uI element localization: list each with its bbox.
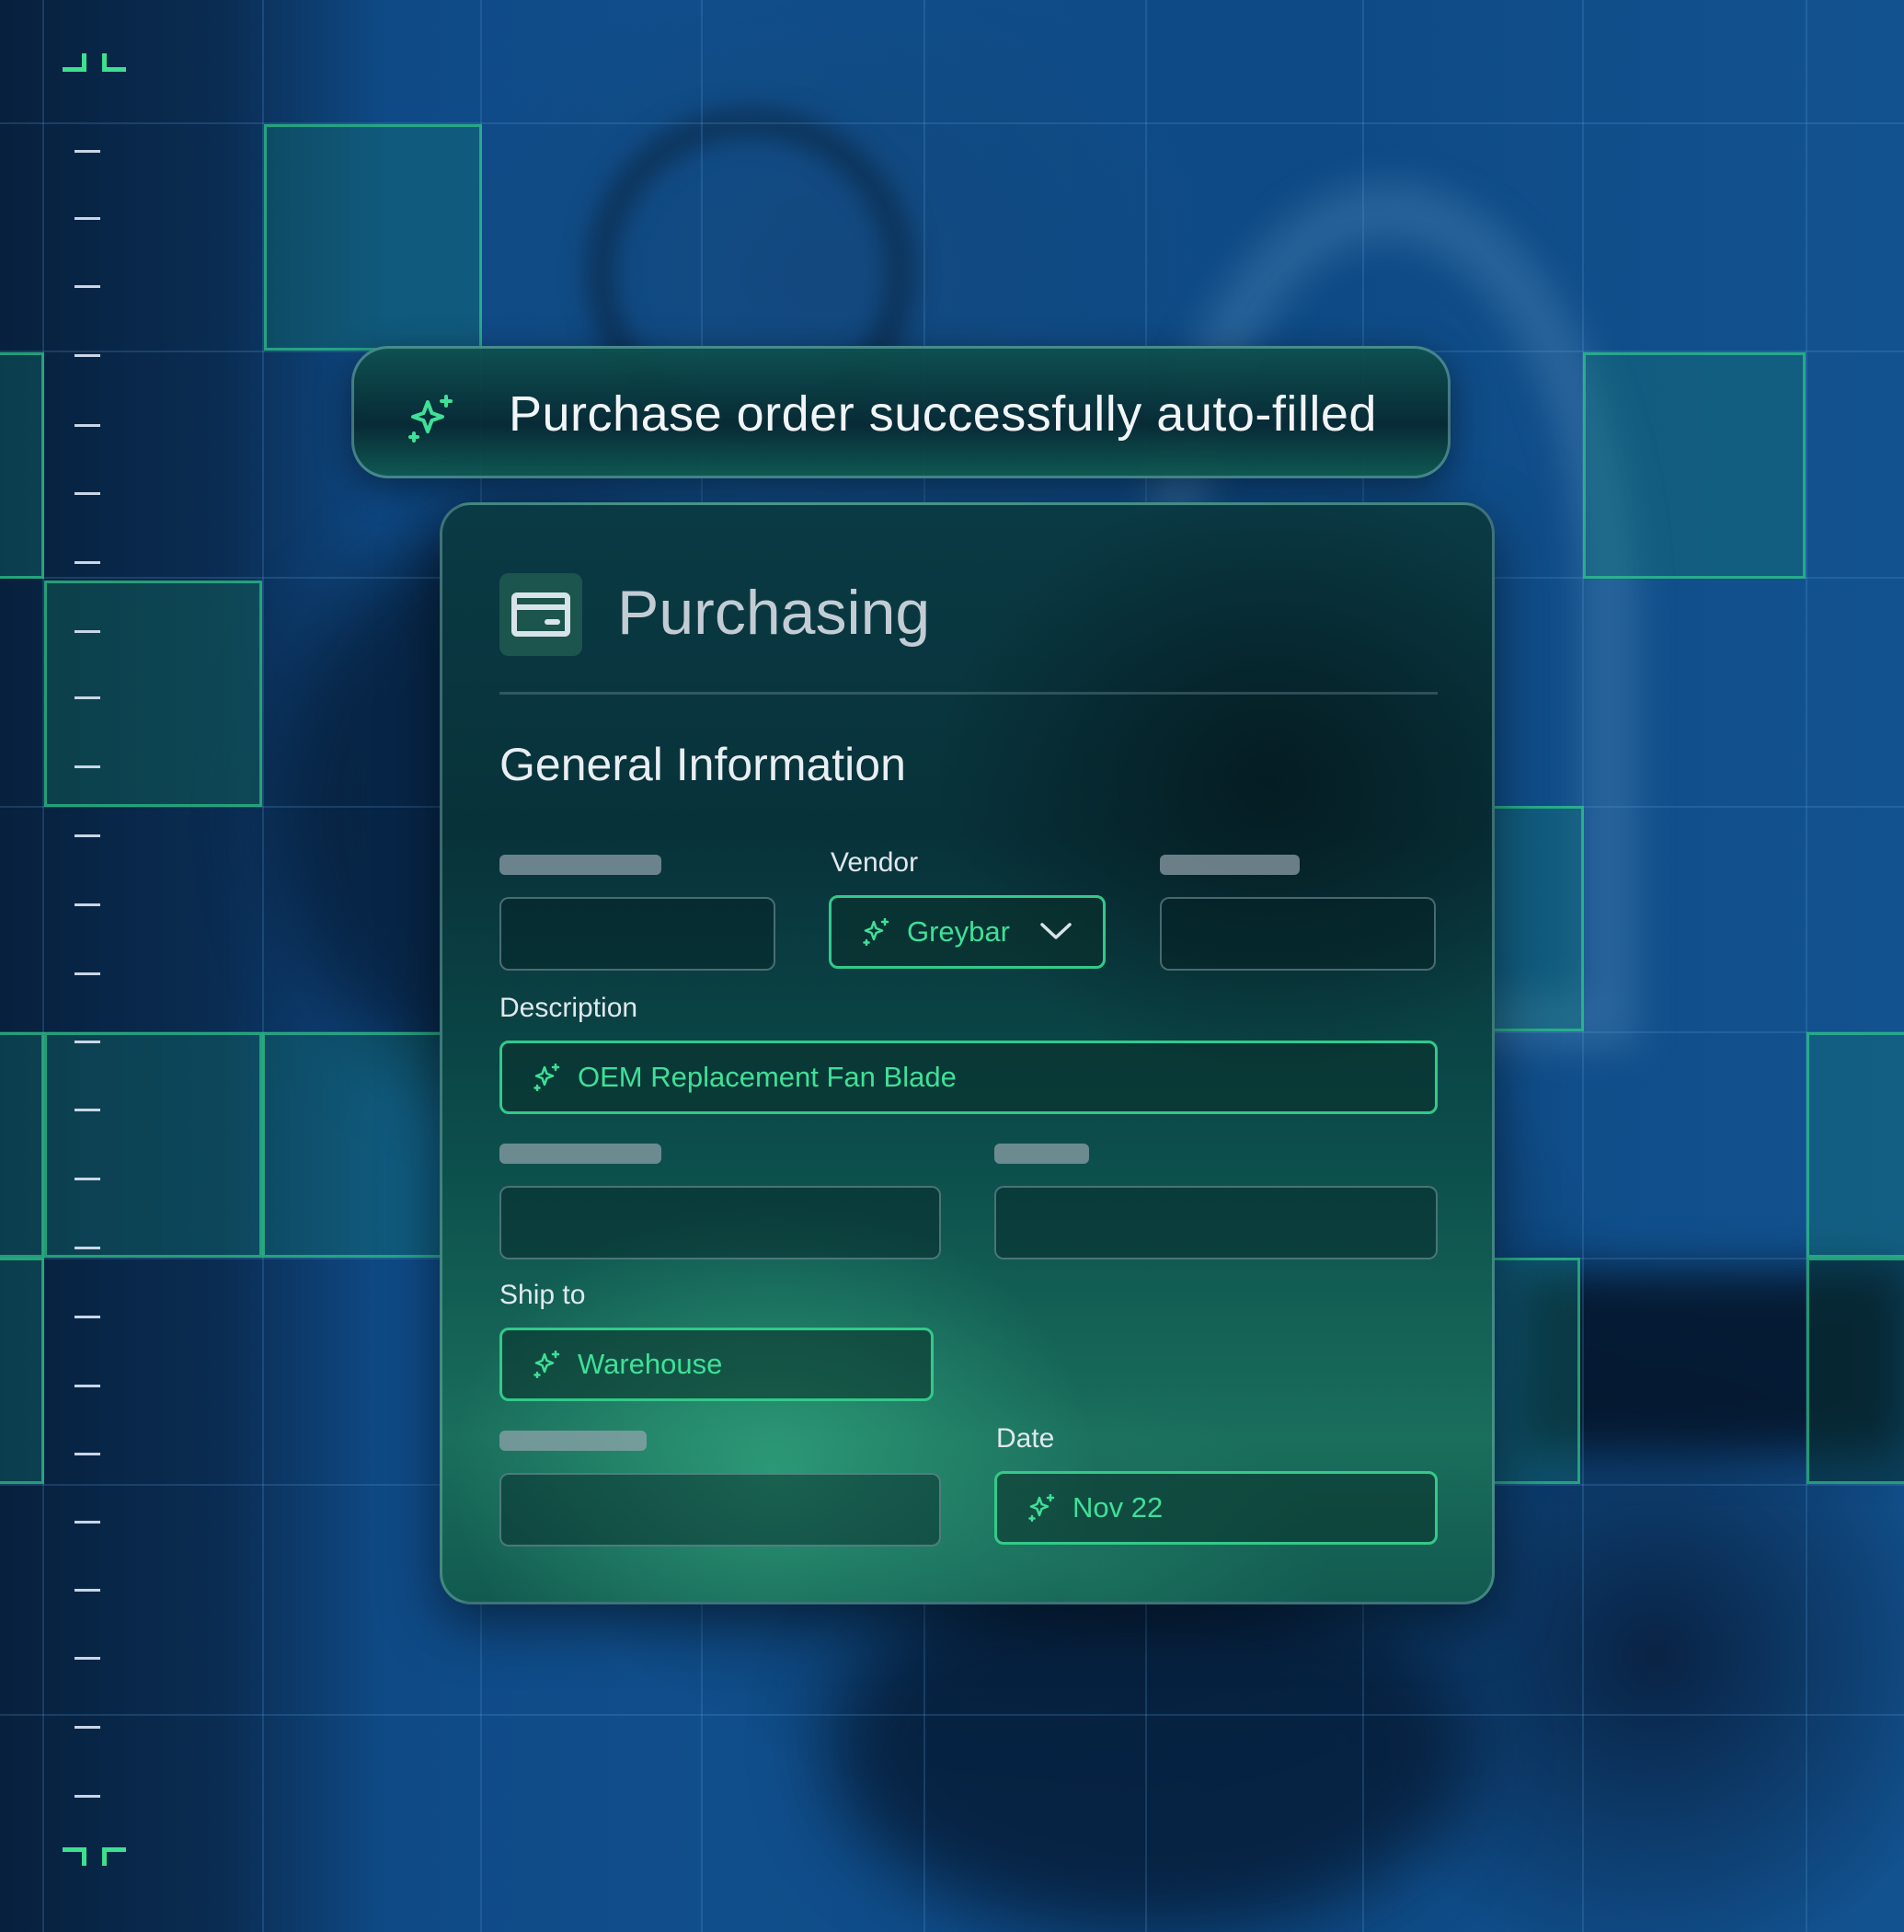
field-label-placeholder <box>994 1144 1089 1164</box>
empty-text-field[interactable] <box>994 1186 1438 1259</box>
ruler-tick <box>75 150 100 153</box>
panel-title: Purchasing <box>617 578 931 648</box>
divider <box>499 692 1438 695</box>
autofill-success-toast: Purchase order successfully auto-filled <box>351 346 1451 478</box>
highlight-tile <box>264 124 482 351</box>
ruler-tick <box>75 765 100 768</box>
ruler-tick <box>75 1316 100 1318</box>
highlight-tile <box>44 581 262 807</box>
corner-bracket-top-left <box>63 53 86 72</box>
ruler-tick <box>75 903 100 906</box>
sparkle-icon <box>533 1351 560 1378</box>
ruler-tick <box>75 1109 100 1111</box>
ruler-tick <box>75 561 100 564</box>
field-label-placeholder <box>499 1144 661 1164</box>
ruler-tick <box>75 217 100 220</box>
corner-bracket-bottom-left <box>63 1847 86 1866</box>
corner-bracket-top-right <box>102 53 126 72</box>
ship-to-label: Ship to <box>499 1280 586 1310</box>
description-label: Description <box>499 993 638 1023</box>
ruler-tick <box>75 1247 100 1249</box>
date-label: Date <box>996 1423 1055 1454</box>
empty-text-field[interactable] <box>499 897 775 971</box>
section-title: General Information <box>499 739 906 790</box>
ruler-tick <box>75 1795 100 1798</box>
vendor-dropdown[interactable]: Greybar <box>829 895 1106 969</box>
ruler-tick <box>75 834 100 837</box>
vendor-value: Greybar <box>907 915 1010 948</box>
ruler-tick <box>75 492 100 495</box>
highlight-tile <box>1583 352 1806 579</box>
description-field[interactable]: OEM Replacement Fan Blade <box>499 1041 1438 1114</box>
ship-to-field[interactable]: Warehouse <box>499 1328 934 1401</box>
date-value: Nov 22 <box>1072 1491 1164 1524</box>
highlight-tile <box>0 1258 44 1484</box>
ruler-tick <box>75 1657 100 1660</box>
empty-text-field[interactable] <box>499 1186 941 1259</box>
ruler-tick <box>75 1726 100 1729</box>
highlight-tile <box>1807 1258 1904 1484</box>
toast-message: Purchase order successfully auto-filled <box>509 386 1377 442</box>
sparkle-icon <box>1028 1494 1055 1522</box>
highlight-tile <box>0 352 44 579</box>
sparkle-icon <box>533 1064 560 1091</box>
field-label-placeholder <box>499 1431 647 1451</box>
ruler-tick <box>75 972 100 975</box>
ruler-tick <box>75 354 100 357</box>
ship-to-value: Warehouse <box>578 1348 723 1380</box>
ruler-tick <box>75 1178 100 1180</box>
sparkle-icon <box>408 395 453 443</box>
grid-line <box>0 1714 1904 1716</box>
corner-bracket-bottom-right <box>102 1847 126 1866</box>
field-label-placeholder <box>499 855 661 875</box>
field-label-placeholder <box>1160 855 1300 875</box>
date-field[interactable]: Nov 22 <box>994 1471 1438 1545</box>
highlight-tile <box>44 1032 262 1258</box>
ruler-tick <box>75 696 100 699</box>
ruler-tick <box>75 1521 100 1524</box>
chevron-down-icon[interactable] <box>1040 920 1072 942</box>
grid-line <box>1806 0 1807 1932</box>
ruler-tick <box>75 1589 100 1592</box>
sparkle-icon <box>863 918 889 946</box>
empty-text-field[interactable] <box>499 1473 941 1547</box>
ruler-tick <box>75 1453 100 1455</box>
highlight-tile <box>0 1032 44 1258</box>
purchasing-panel: Purchasing General Information Vendor Gr… <box>440 502 1495 1604</box>
empty-text-field[interactable] <box>1160 897 1436 971</box>
ruler-tick <box>75 424 100 427</box>
ruler-tick <box>75 285 100 288</box>
ruler-tick <box>75 1385 100 1387</box>
grid-line <box>42 0 44 1932</box>
vendor-label: Vendor <box>831 847 919 878</box>
credit-card-icon <box>499 573 582 656</box>
highlight-tile <box>1807 1032 1904 1258</box>
ruler-tick <box>75 630 100 633</box>
description-value: OEM Replacement Fan Blade <box>578 1061 957 1093</box>
ruler-tick <box>75 1041 100 1043</box>
highlight-tile <box>262 1032 446 1258</box>
